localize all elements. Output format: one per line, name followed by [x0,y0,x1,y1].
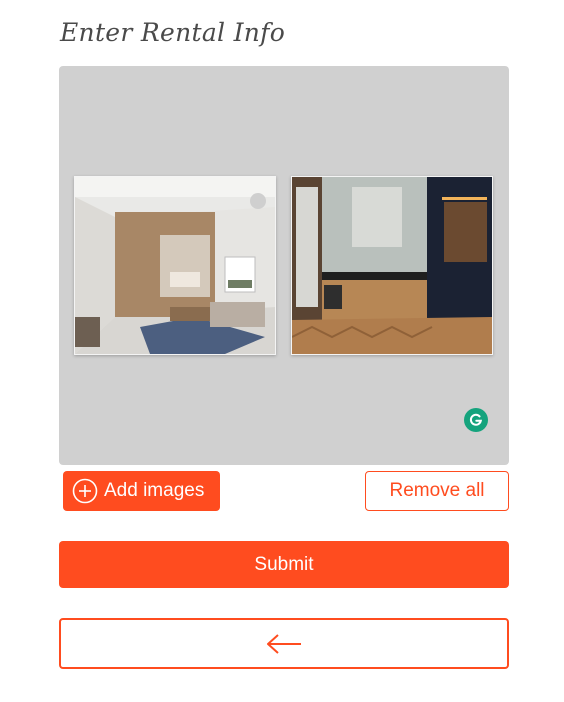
image-thumbnail[interactable] [291,176,493,355]
arrow-left-icon [267,633,301,654]
page-title: Enter Rental Info [60,18,286,47]
add-images-label: Add images [104,480,205,501]
image-thumbnail[interactable] [74,176,276,355]
remove-all-button[interactable]: Remove all [365,471,509,511]
image-drop-zone[interactable] [59,66,509,465]
submit-button[interactable]: Submit [59,541,509,588]
remove-all-label: Remove all [389,480,485,501]
grammarly-icon[interactable] [464,408,488,432]
back-button[interactable] [59,618,509,669]
plus-circle-icon [72,478,98,504]
submit-label: Submit [254,553,314,575]
add-images-button[interactable]: Add images [63,471,220,511]
room-photo-2 [292,177,492,354]
room-photo-1 [75,177,275,354]
